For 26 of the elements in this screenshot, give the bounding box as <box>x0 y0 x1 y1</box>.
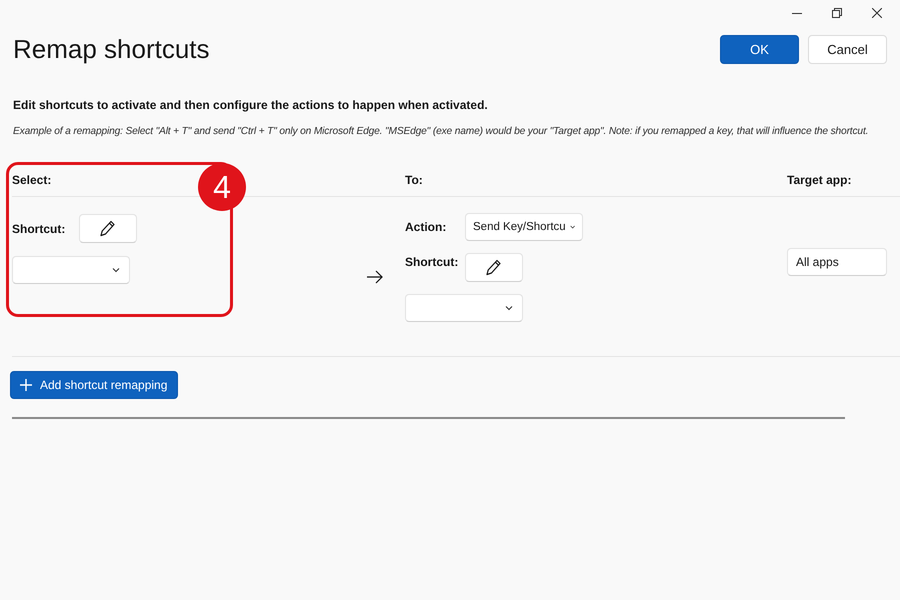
target-app-field[interactable]: All apps <box>787 248 887 276</box>
chevron-down-icon <box>112 267 120 273</box>
close-icon[interactable] <box>872 8 882 18</box>
ok-button[interactable]: OK <box>720 35 799 64</box>
edit-shortcut-button[interactable] <box>79 214 138 243</box>
right-arrow-icon <box>367 270 383 284</box>
pencil-icon <box>100 220 116 238</box>
chevron-down-icon <box>570 224 575 230</box>
cancel-button[interactable]: Cancel <box>808 35 887 64</box>
column-header: To: <box>405 172 423 186</box>
chevron-down-icon <box>505 305 513 311</box>
action-label: Action: <box>405 220 448 234</box>
example-text: Example of a remapping: Select "Alt + T" and send "Ctrl + T" only on Microsoft Edge. "MSEdge" (exe name) would be your "Target app". Note: if you remapped a key, that will influence the shortcut. <box>13 126 870 137</box>
action-dropdown[interactable]: Send Key/Shortcu <box>465 213 583 241</box>
pencil-icon <box>486 258 502 276</box>
window-title: Remap shortcuts <box>13 34 210 65</box>
edit-shortcut-button[interactable] <box>465 253 523 282</box>
step-number-badge: 4 <box>198 163 246 211</box>
shortcut-label: Shortcut: <box>12 222 66 236</box>
shortcut-label: Shortcut: <box>405 255 460 269</box>
description-text: Edit shortcuts to activate and then configure the actions to happen when activated. <box>13 98 489 112</box>
plus-icon <box>20 379 32 391</box>
add-shortcut-remapping-button[interactable]: Add shortcut remapping <box>10 371 178 399</box>
restore-icon[interactable] <box>832 8 842 18</box>
column-header: Select: <box>12 172 52 186</box>
column-header: Target app: <box>787 172 852 186</box>
